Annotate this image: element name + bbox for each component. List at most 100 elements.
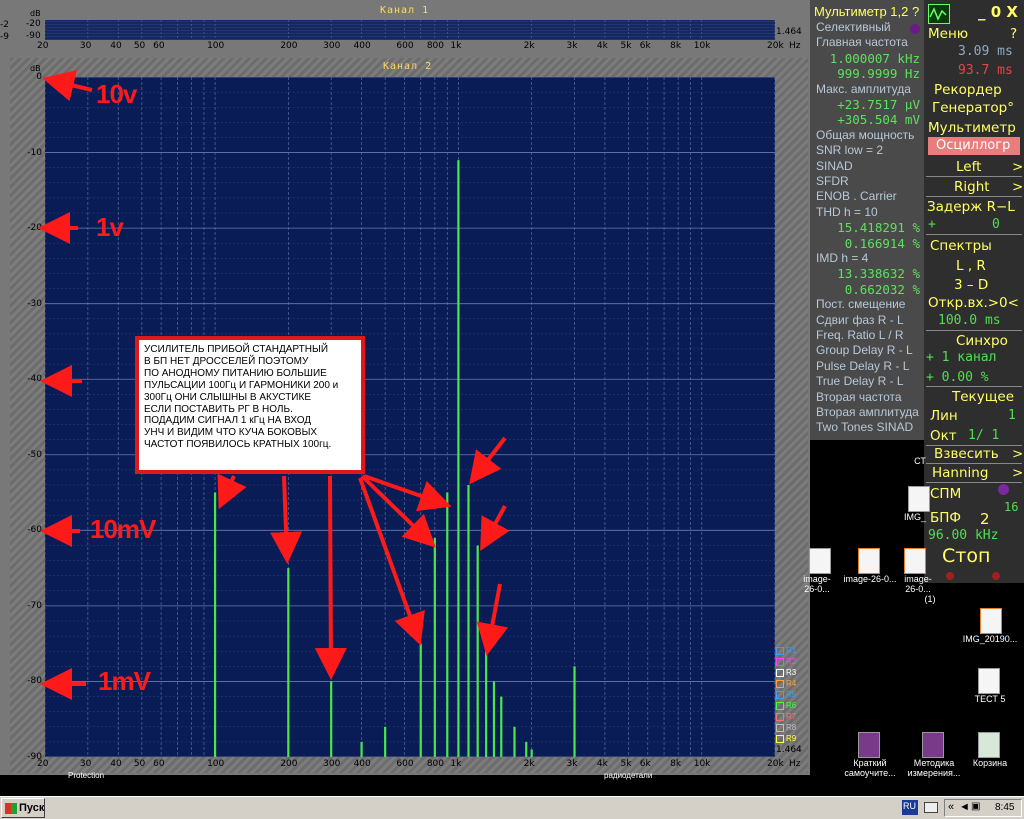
oscilloscope-button[interactable]: Осциллогр [928,137,1020,155]
sync-percent: + 0.00 % [926,370,989,385]
multimeter-param-value: 0.166914 % [844,235,920,251]
multimeter-param-value: 1.000007 kHz [829,50,920,66]
multimeter-param-label[interactable]: Вторая частота [816,390,902,404]
lr-button[interactable]: L , R [956,258,1024,274]
x-tick-label: 3k [566,41,578,51]
desktop-icon[interactable]: Корзина [964,732,1016,768]
start-button[interactable]: Пуск [1,798,45,818]
desktop-icon[interactable]: IMG_20190... [958,608,1022,644]
multimeter-button[interactable]: Мультиметр [928,120,1024,136]
x-tick-label: 50 [133,759,146,769]
x-tick-label: 30 [79,759,92,769]
legend-item[interactable]: R2 [776,657,802,667]
spectra-button[interactable]: Спектры [930,238,1024,254]
channel1-plot[interactable] [45,20,775,40]
desktop-text: Protection [68,771,105,780]
desktop-icon-label: (1) [924,594,936,604]
legend-label: R9 [786,734,797,743]
recycle-bin-icon [978,732,1000,758]
window-controls[interactable]: _ 0 X [978,3,1024,21]
stop-button[interactable]: Стоп [942,545,1024,567]
desktop-icon[interactable]: image-26-0... (1) [900,548,936,604]
desktop-icon[interactable]: image-26-0... [803,548,835,594]
legend-item[interactable]: R5 [776,690,802,700]
desktop-icon[interactable]: Методика измерения... [902,732,966,778]
y-tick-label: -10 [27,147,42,158]
annotation-1mv: 1mV [98,666,151,696]
desktop-icon[interactable]: ТЕСТ 5 [962,668,1018,704]
desktop-icon-label: СТ [914,456,926,466]
psd-led [998,484,1009,495]
desktop-icon[interactable]: image-26-0... [840,548,900,584]
multimeter-param-label[interactable]: THD h = 10 [816,205,878,219]
tray-expand-icon[interactable]: « [948,801,954,813]
volume-icon[interactable]: ◄ [959,801,970,813]
multimeter-param-label[interactable]: Макс. амплитуда [816,82,911,96]
x-tick-label: 60 [153,41,165,51]
multimeter-param-label[interactable]: True Delay R - L [816,374,904,388]
legend-item[interactable]: R1 [776,646,802,656]
legend-item[interactable]: R9 [776,734,802,744]
multimeter-param-label[interactable]: SNR low = 2 [816,143,883,157]
x-tick-label: 300 [323,759,341,769]
multimeter-param-label[interactable]: Пост. смещение [816,297,905,311]
channel1-edge-label: -9 [0,32,9,42]
x-tick-label: 10k [693,41,711,51]
annotation-10mv: 10mV [90,514,156,544]
multimeter-param-label[interactable]: Главная частота [816,35,908,49]
multimeter-param-label[interactable]: Group Delay R - L [816,343,913,357]
multimeter-param-label[interactable]: Селективный [816,20,891,34]
multimeter-param-label[interactable]: Pulse Delay R - L [816,359,909,373]
desktop-icon-label: Методика измерения... [907,758,961,778]
multimeter-param-label[interactable]: ENOB . Carrier [816,189,897,203]
x-tick-label: 5k [620,759,632,769]
multimeter-param-label[interactable]: Two Tones SINAD [816,420,913,434]
multimeter-panel: Мультиметр 1,2 ? Селективный Главная част… [810,0,924,440]
recorder-button[interactable]: Рекордер [934,82,1024,98]
hanning-button[interactable]: Hanning [932,465,1024,481]
desktop-icon[interactable]: Краткий самоучите... [838,732,902,778]
desktop-icon[interactable]: IMG_ [900,486,930,522]
multimeter-param-label[interactable]: Вторая амплитуда [816,405,919,419]
delay-button[interactable]: Задерж R−L [927,199,1024,215]
multimeter-param-label[interactable]: SINAD [816,159,853,173]
multimeter-param-label[interactable]: Сдвиг фаз R - L [816,313,904,327]
annotation-note-box: УСИЛИТЕЛЬ ПРИБОЙ СТАНДАРТНЫЙ В БП НЕТ ДРО… [135,336,365,474]
right-arrow[interactable]: > [1012,179,1024,195]
legend-item[interactable]: R4 [776,679,802,689]
linear-value: 1 [1008,408,1016,423]
multimeter-param-label[interactable]: Общая мощность [816,128,914,142]
legend-item[interactable]: R6 [776,701,802,711]
sync-button[interactable]: Синхро [956,333,1024,349]
hanning-arrow[interactable]: > [1012,465,1024,481]
legend-item[interactable]: R8 [776,723,802,733]
x-tick-label: 5k [620,41,632,51]
legend-item[interactable]: R3 [776,668,802,678]
current-button[interactable]: Текущее [952,389,1024,405]
multimeter-param-label[interactable]: SFDR [816,174,849,188]
generator-button[interactable]: Генератор° [932,100,1024,116]
spectrum-window: Канал 1 dB -2 -9 -20 -90 1.464 20 30 40 50 6… [0,0,810,775]
sync-channel: + 1 канал [926,350,997,365]
x-tick-label: 10k [693,759,711,769]
x-tick-label: 2k [523,41,535,51]
weigh-arrow[interactable]: > [1012,446,1024,462]
open-input-button[interactable]: Откр.вх.>0< [928,295,1024,311]
image-file-icon [809,548,831,574]
language-indicator[interactable]: RU [902,800,918,815]
channel1-edge-label: -2 [0,20,9,30]
three-d-button[interactable]: 3 – D [954,277,1024,293]
legend-item[interactable]: R7 [776,712,802,722]
x-tick-label: 400 [353,759,371,769]
x-tick-label: 2k [523,759,535,769]
network-icon[interactable]: ▣ [971,801,980,812]
help-button[interactable]: ? [1010,26,1024,42]
control-menu: _ 0 X Меню ? 3.09 ms 93.7 ms Рекордер Ге… [924,0,1024,583]
weigh-button[interactable]: Взвесить [934,446,1024,462]
clock[interactable]: 8:45 [995,802,1014,813]
left-arrow[interactable]: > [1012,159,1024,175]
time-value-1: 3.09 ms [958,44,1013,59]
multimeter-param-label[interactable]: Freq. Ratio L / R [816,328,904,342]
keyboard-icon[interactable] [924,802,938,813]
multimeter-param-label[interactable]: IMD h = 4 [816,251,868,265]
